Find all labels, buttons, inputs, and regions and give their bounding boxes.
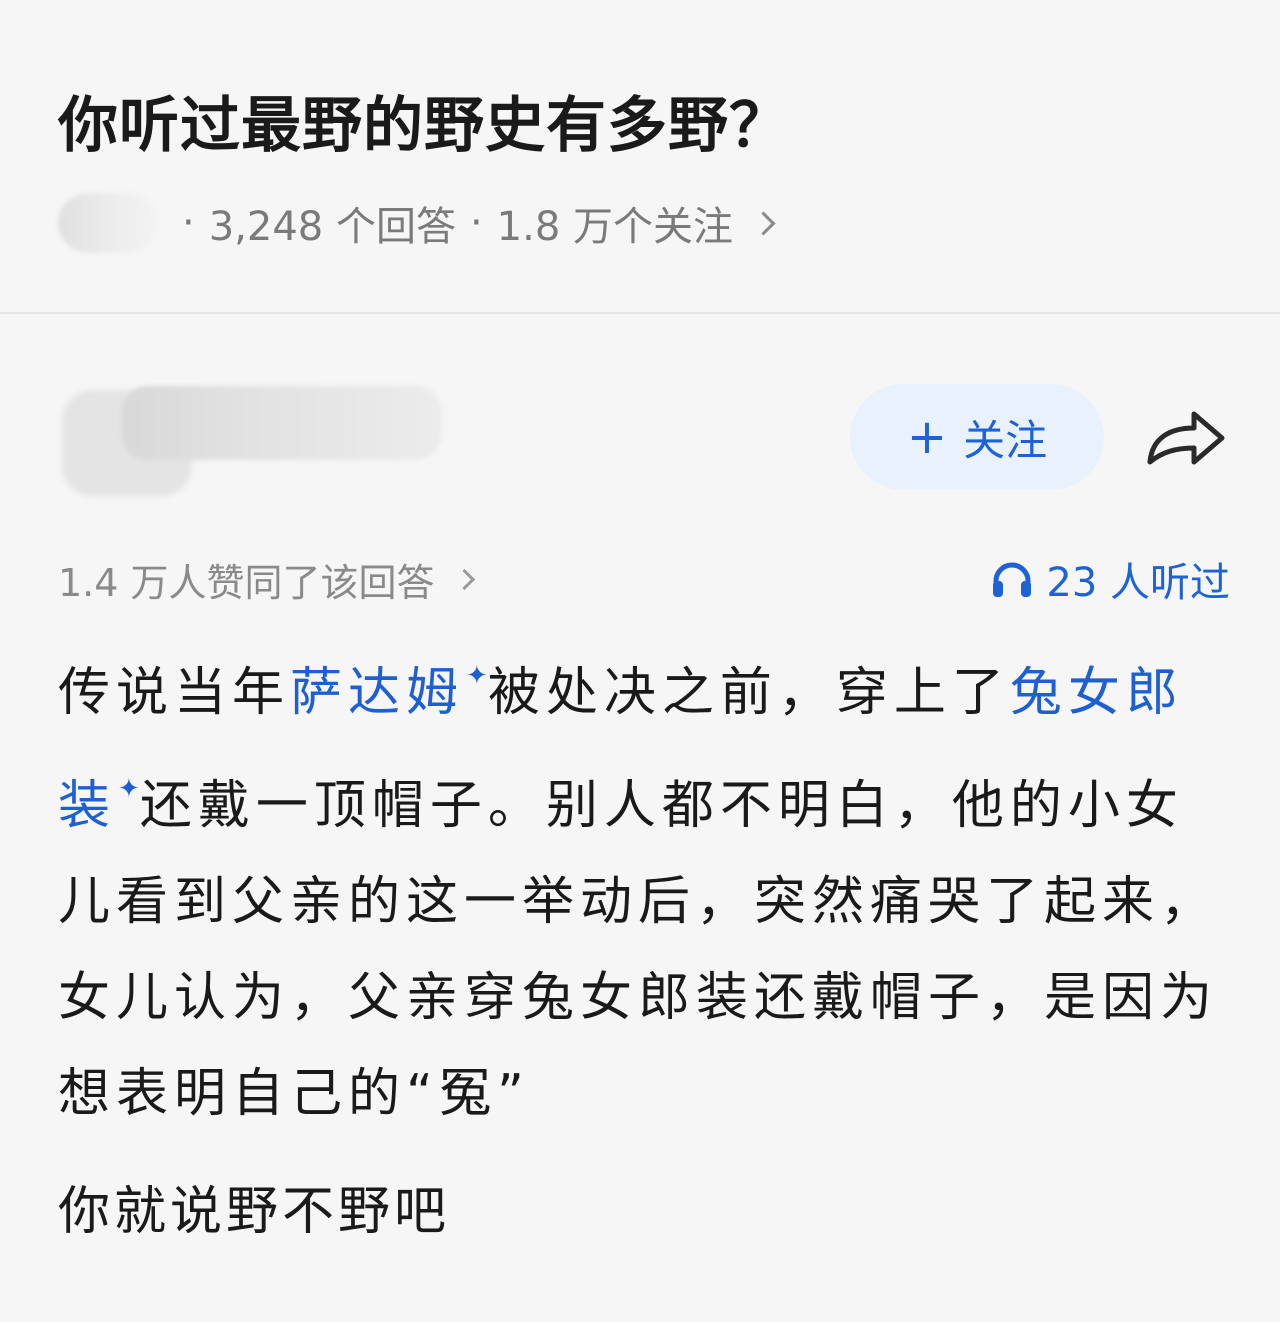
plus-icon: + [906,409,948,465]
answer-body: 传说当年萨达姆✦被处决之前，穿上了兔女郎装✦还戴一顶帽子。别人都不明白，他的小女… [58,628,1228,1142]
answers-count: 3,248 个回答 [208,204,456,250]
follow-label: 关注 [963,415,1048,465]
sparkle-icon: ✦ [118,774,140,804]
question-title: 你听过最野的野史有多野？ [58,91,790,161]
keyword-link-saddam[interactable]: 萨达姆 [290,663,464,723]
approvals-link[interactable]: 1.4 万人赞同了该回答 [58,552,475,607]
meta-separator: · [182,200,195,246]
chevron-right-icon [453,568,475,591]
question-meta[interactable]: · 3,248 个回答 · 1.8 万个关注 [58,190,776,256]
followers-count: 1.8 万个关注 [496,204,733,250]
share-arrow-icon[interactable] [1144,402,1228,472]
answer-footer-line: 你就说野不野吧 [58,1182,451,1242]
headphones-icon [993,562,1032,597]
sparkle-icon: ✦ [466,661,488,691]
author-info-blurred[interactable] [62,384,442,502]
answer-text: 传说当年 [58,663,291,723]
answer-text: 还戴一顶帽子。别人都不明白，他的小女儿看到父亲的这一举动后，突然痛哭了起来，女儿… [58,776,1219,1124]
follow-button[interactable]: + 关注 [850,384,1104,490]
divider [0,312,1280,314]
answer-stats-row: 1.4 万人赞同了该回答 23 人听过 [58,546,1230,606]
approvals-text: 1.4 万人赞同了该回答 [58,561,435,605]
meta-separator: · [469,200,483,246]
chevron-right-icon [751,210,776,236]
listens-text: 23 人听过 [1046,560,1230,606]
answer-paragraph: 传说当年萨达姆✦被处决之前，穿上了兔女郎装✦还戴一顶帽子。别人都不明白，他的小女… [58,628,1228,1142]
author-name-blurred [122,386,442,460]
blurred-topic-tag [58,193,158,253]
answer-text: 被处决之前，穿上了 [487,663,1010,723]
listen-count[interactable]: 23 人听过 [990,550,1230,608]
